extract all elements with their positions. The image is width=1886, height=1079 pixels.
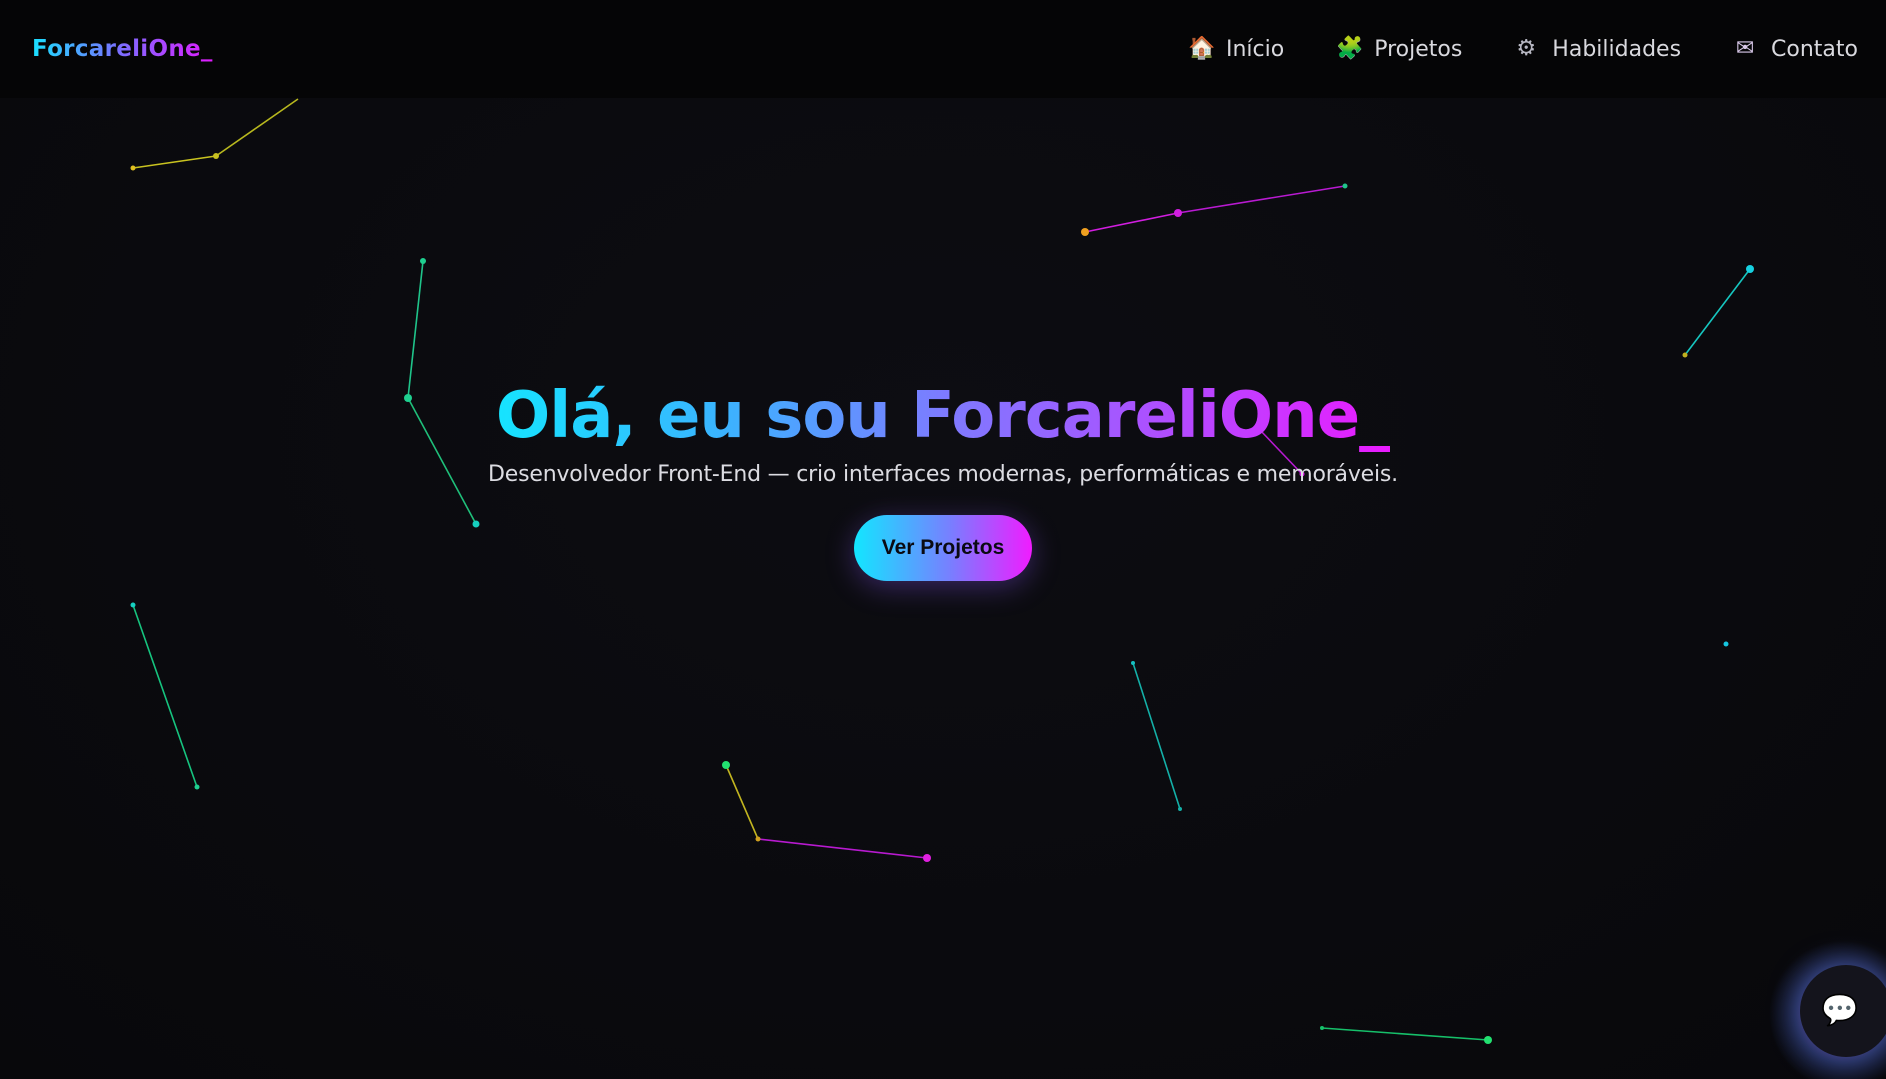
- home-icon: 🏠: [1187, 36, 1216, 61]
- nav-item-contato[interactable]: ✉ Contato: [1733, 37, 1858, 62]
- view-projects-button[interactable]: Ver Projetos: [853, 514, 1033, 581]
- nav-item-inicio[interactable]: 🏠 Início: [1188, 37, 1284, 62]
- top-navbar: ForcareliOne_ 🏠 Início 🧩 Projetos ⚙ Habi…: [0, 0, 1886, 98]
- nav-item-label: Contato: [1771, 36, 1858, 62]
- site-logo[interactable]: ForcareliOne_: [32, 36, 213, 62]
- gear-icon: ⚙: [1516, 36, 1537, 61]
- nav-item-habilidades[interactable]: ⚙ Habilidades: [1514, 37, 1681, 62]
- nav-item-label: Início: [1225, 36, 1285, 62]
- chat-bubble-icon: 💬: [1821, 993, 1859, 1028]
- hero-section: Olá, eu sou ForcareliOne_ Desenvolvedor …: [0, 379, 1886, 581]
- mail-icon: ✉: [1735, 36, 1755, 61]
- nav-links: 🏠 Início 🧩 Projetos ⚙ Habilidades ✉ Cont…: [1188, 37, 1858, 62]
- nav-item-label: Projetos: [1374, 36, 1463, 62]
- chat-button[interactable]: 💬: [1800, 965, 1886, 1057]
- hero-title: Olá, eu sou ForcareliOne_: [495, 379, 1391, 453]
- hero-subtitle: Desenvolvedor Front-End — crio interface…: [488, 461, 1398, 487]
- puzzle-icon: 🧩: [1336, 36, 1364, 61]
- page: ForcareliOne_ 🏠 Início 🧩 Projetos ⚙ Habi…: [0, 0, 1886, 1079]
- nav-item-projetos[interactable]: 🧩 Projetos: [1336, 37, 1462, 62]
- nav-item-label: Habilidades: [1552, 36, 1682, 62]
